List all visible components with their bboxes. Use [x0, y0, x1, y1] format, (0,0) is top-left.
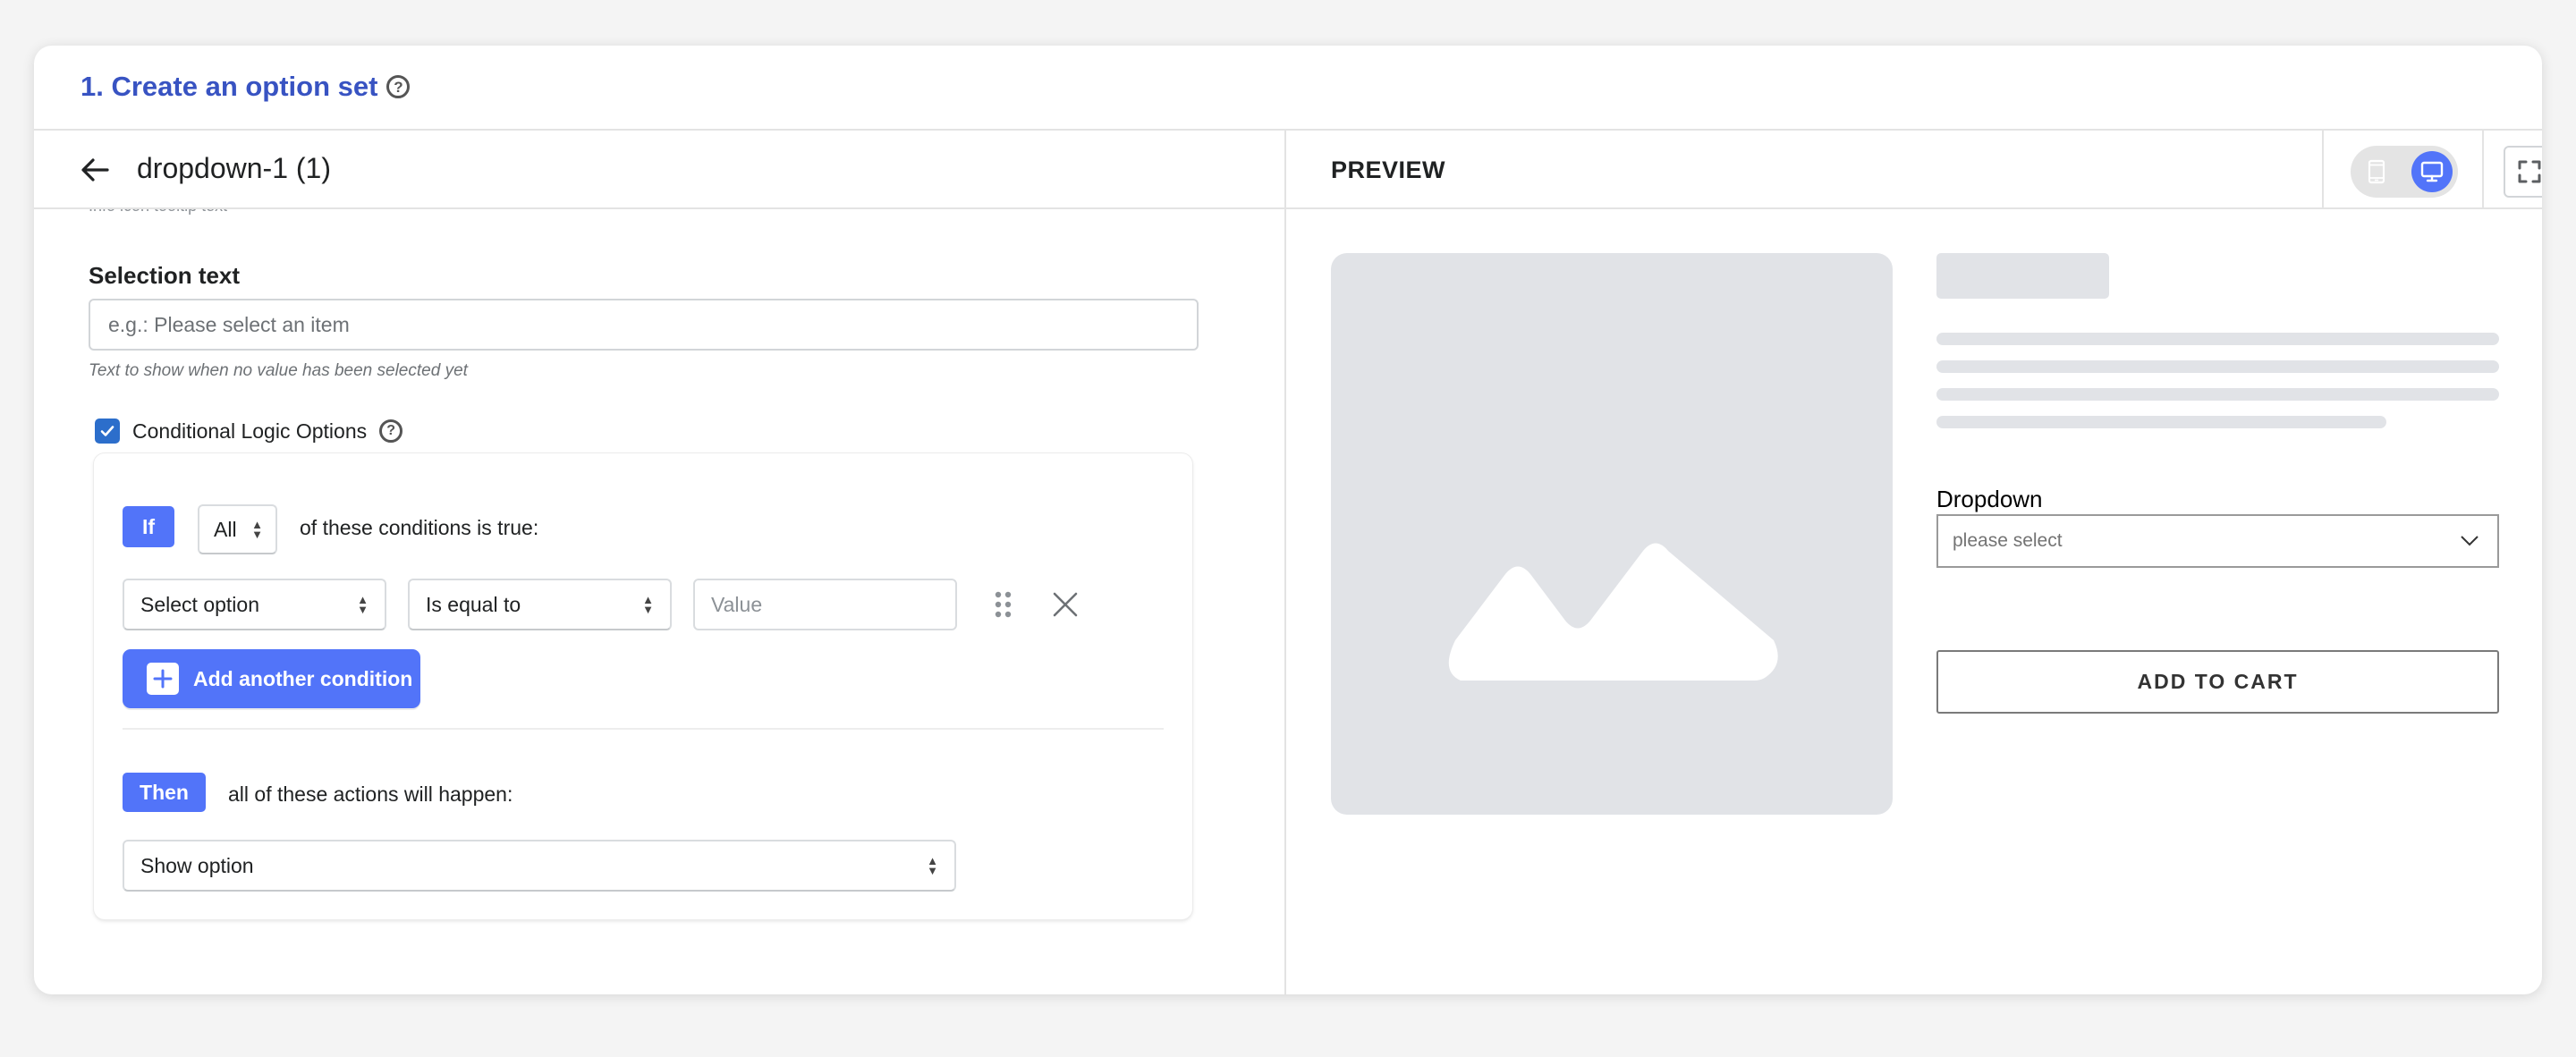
select-arrows-icon: ▲ ▼: [357, 593, 369, 616]
question-circle-icon[interactable]: ?: [379, 419, 403, 443]
expand-icon: [2518, 160, 2541, 183]
page-title-text: 1. Create an option set: [80, 71, 378, 102]
preview-title: PREVIEW: [1331, 156, 1446, 183]
drag-handle-icon[interactable]: [993, 590, 1014, 619]
editor-header: dropdown-1 (1): [34, 131, 1284, 209]
condition-option-value: Select option: [140, 592, 259, 616]
editor-scroll-area[interactable]: Info icon tooltip text Selection text Te…: [34, 209, 1284, 994]
condition-option-select[interactable]: Select option ▲ ▼: [123, 579, 386, 630]
condition-value-input[interactable]: [693, 579, 957, 630]
skeleton-line: [1936, 388, 2499, 401]
skeleton-title: [1936, 253, 2109, 299]
if-badge: If: [123, 506, 174, 547]
conditional-logic-panel: If All ▲ ▼ of these conditions is true: S…: [94, 453, 1192, 919]
select-arrows-icon: ▲ ▼: [927, 854, 938, 877]
option-set-card: 1. Create an option set ? dropdown-1 (1)…: [34, 46, 2542, 994]
then-description: all of these actions will happen:: [228, 782, 513, 806]
preview-pane: PREVIEW Dropdown please select ADD TO CA…: [1286, 131, 2542, 994]
image-icon: [1448, 543, 1778, 681]
skeleton-line: [1936, 416, 2386, 428]
plus-icon: [147, 663, 179, 695]
condition-operator-select[interactable]: Is equal to ▲ ▼: [408, 579, 672, 630]
close-icon[interactable]: [1051, 590, 1080, 619]
selection-text-helper: Text to show when no value has been sele…: [89, 361, 468, 380]
select-arrows-icon: ▲ ▼: [642, 593, 654, 616]
preview-dropdown-label: Dropdown: [1936, 486, 2043, 512]
header-divider: [2482, 131, 2484, 209]
selection-text-input[interactable]: [89, 299, 1199, 351]
match-type-select[interactable]: All ▲ ▼: [198, 504, 277, 554]
question-circle-icon[interactable]: ?: [386, 75, 411, 98]
conditional-logic-row: Conditional Logic Options ?: [95, 419, 403, 444]
desktop-icon: [2420, 161, 2444, 182]
skeleton-line: [1936, 360, 2499, 373]
product-image-placeholder: [1331, 253, 1893, 815]
skeleton-line: [1936, 333, 2499, 345]
header-divider: [2322, 131, 2324, 209]
if-description: of these conditions is true:: [300, 516, 539, 539]
checkmark-icon: [100, 426, 114, 436]
mobile-view-button[interactable]: [2356, 151, 2397, 192]
action-value: Show option: [140, 853, 254, 877]
section-divider: [123, 728, 1164, 730]
action-select[interactable]: Show option ▲ ▼: [123, 840, 956, 892]
fullscreen-button[interactable]: [2504, 146, 2542, 198]
option-name-title: dropdown-1 (1): [137, 152, 331, 184]
select-arrows-icon: ▲ ▼: [251, 518, 263, 541]
conditional-logic-label: Conditional Logic Options: [132, 419, 368, 443]
conditional-logic-checkbox[interactable]: [95, 419, 120, 444]
mobile-icon: [2368, 159, 2385, 184]
add-condition-label: Add another condition: [193, 666, 413, 690]
selection-text-label: Selection text: [89, 262, 241, 289]
preview-header: PREVIEW: [1286, 131, 2542, 209]
editor-pane: dropdown-1 (1) Info icon tooltip text Se…: [34, 131, 1286, 994]
match-type-value: All: [214, 517, 237, 541]
title-bar: 1. Create an option set ?: [34, 46, 2542, 131]
add-condition-button[interactable]: Add another condition: [123, 649, 420, 708]
preview-dropdown-select[interactable]: please select: [1936, 514, 2499, 568]
chevron-down-icon: [2461, 536, 2479, 546]
desktop-view-button[interactable]: [2411, 151, 2453, 192]
device-toggle: [2351, 146, 2458, 198]
add-to-cart-button[interactable]: ADD TO CART: [1936, 650, 2499, 714]
clipped-helper-text: Info icon tooltip text: [89, 209, 227, 216]
then-badge: Then: [123, 773, 206, 812]
preview-dropdown-value: please select: [1953, 530, 2063, 551]
arrow-left-icon[interactable]: [77, 152, 113, 188]
condition-operator-value: Is equal to: [426, 592, 521, 616]
page-title: 1. Create an option set ?: [80, 71, 411, 103]
